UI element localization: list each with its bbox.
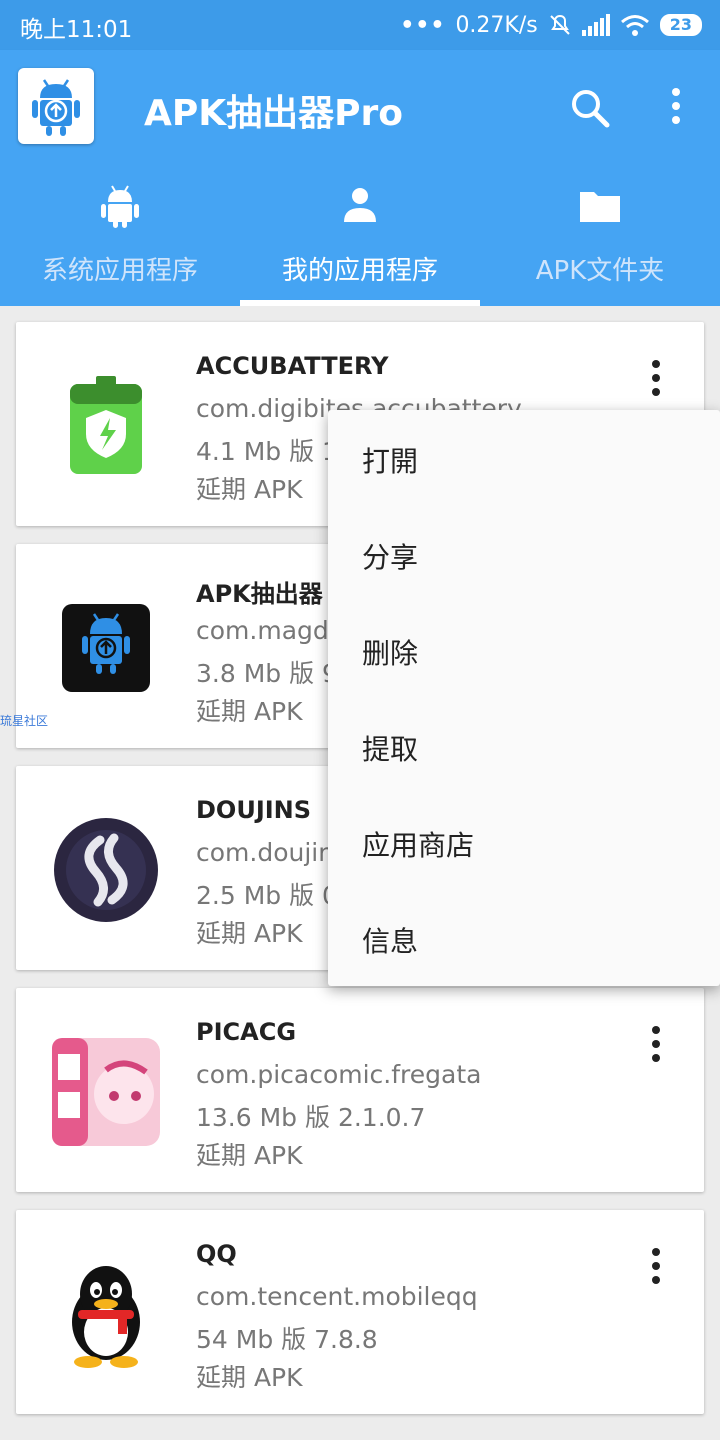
battery-indicator: 23 — [659, 14, 702, 36]
more-vert-icon[interactable] — [640, 1246, 672, 1290]
search-icon — [572, 90, 610, 128]
menu-item-label: 提取 — [362, 733, 419, 766]
person-icon — [344, 188, 376, 222]
app-name: ACCUBATTERY — [196, 352, 389, 380]
menu-item-label: 分享 — [362, 541, 419, 574]
context-menu: 打開 分享 删除 提取 应用商店 信息 — [328, 410, 720, 986]
signal-icon — [581, 14, 610, 36]
folder-icon — [580, 192, 620, 222]
search-button[interactable] — [566, 84, 614, 132]
watermark: 琉星社区 — [0, 714, 49, 728]
menu-item-label: 删除 — [362, 637, 419, 670]
status-right: ••• 0.27K/s 23 — [400, 8, 702, 42]
app-card-picacg[interactable]: PICACG com.picacomic.fregata 13.6 Mb 版 2… — [16, 988, 704, 1192]
wifi-icon — [620, 15, 649, 36]
app-name: PICACG — [196, 1018, 297, 1046]
active-tab-indicator — [240, 300, 480, 306]
apk-extractor-icon — [62, 604, 150, 692]
menu-item-info[interactable]: 信息 — [328, 890, 720, 986]
status-time: 晚上11:01 — [20, 17, 133, 43]
app-bar: APK抽出器Pro — [0, 50, 720, 162]
tab-label: APK文件夹 — [535, 256, 665, 286]
app-name: QQ — [196, 1240, 237, 1268]
more-vert-icon[interactable] — [640, 358, 672, 402]
app-size-version: 2.5 Mb 版 0 — [196, 881, 338, 910]
app-size-version: 3.8 Mb 版 9 — [196, 659, 338, 688]
app-card-qq[interactable]: QQ com.tencent.mobileqq 54 Mb 版 7.8.8 延期… — [16, 1210, 704, 1414]
tab-apk-folder[interactable]: APK文件夹 — [480, 162, 720, 306]
menu-item-label: 打開 — [362, 445, 419, 478]
app-package: com.tencent.mobileqq — [196, 1282, 478, 1311]
network-speed: 0.27K/s — [455, 12, 538, 38]
app-status: 延期 APK — [196, 919, 303, 948]
app-status: 延期 APK — [196, 1363, 303, 1392]
status-bar: 晚上11:01 ••• 0.27K/s 23 — [0, 0, 720, 50]
menu-item-label: 信息 — [362, 925, 419, 958]
android-apk-logo-icon — [32, 79, 80, 136]
android-icon — [101, 185, 139, 228]
menu-item-delete[interactable]: 删除 — [328, 602, 720, 698]
app-logo — [18, 68, 94, 144]
app-size-version: 13.6 Mb 版 2.1.0.7 — [196, 1103, 426, 1132]
app-package: com.magd — [196, 616, 329, 645]
app-status: 延期 APK — [196, 475, 303, 504]
tab-my-apps[interactable]: 我的应用程序 — [240, 162, 480, 306]
more-vert-icon[interactable] — [640, 1024, 672, 1068]
tab-system-apps[interactable]: 系统应用程序 — [0, 162, 240, 306]
mute-bell-icon — [550, 14, 570, 35]
app-status: 延期 APK — [196, 697, 303, 726]
picacg-icon — [52, 1038, 160, 1146]
menu-item-extract[interactable]: 提取 — [328, 698, 720, 794]
menu-item-app-store[interactable]: 应用商店 — [328, 794, 720, 890]
tab-label: 系统应用程序 — [41, 256, 198, 286]
app-package: com.picacomic.fregata — [196, 1060, 482, 1089]
app-status: 延期 APK — [196, 1141, 303, 1170]
menu-item-open[interactable]: 打開 — [328, 410, 720, 506]
app-package: com.doujin — [196, 838, 335, 867]
more-vert-icon — [672, 88, 680, 124]
accubattery-icon — [70, 376, 142, 474]
app-name: APK抽出器 — [196, 580, 323, 608]
overflow-menu-button[interactable] — [656, 84, 696, 132]
menu-item-label: 应用商店 — [362, 829, 475, 862]
app-name: DOUJINS — [196, 796, 312, 824]
menu-item-share[interactable]: 分享 — [328, 506, 720, 602]
app-size-version: 54 Mb 版 7.8.8 — [196, 1325, 378, 1354]
tab-bar: 系统应用程序 我的应用程序 APK文件夹 — [0, 162, 720, 306]
app-size-version: 4.1 Mb 版 1 — [196, 437, 338, 466]
qq-penguin-icon — [72, 1266, 140, 1368]
app-title: APK抽出器Pro — [144, 93, 404, 134]
doujins-icon — [54, 818, 158, 922]
more-notifications-icon: ••• — [400, 12, 446, 38]
tab-label: 我的应用程序 — [281, 256, 438, 286]
